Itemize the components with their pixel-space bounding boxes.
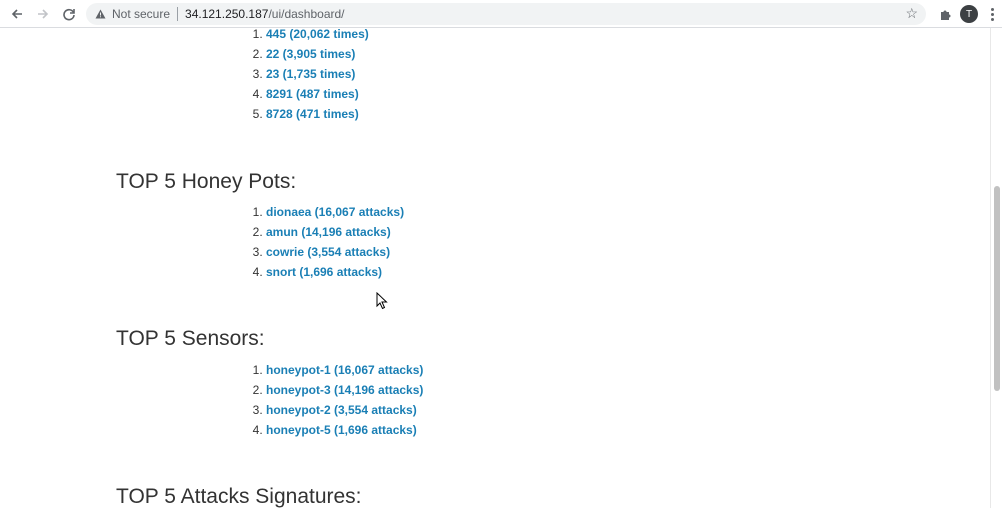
list-item: snort (1,696 attacks) — [266, 262, 404, 282]
profile-avatar[interactable]: T — [960, 5, 978, 23]
honeypot-link[interactable]: cowrie (3,554 attacks) — [266, 245, 390, 259]
arrow-left-icon — [11, 9, 22, 19]
port-link[interactable]: 8728 (471 times) — [266, 107, 359, 121]
reload-icon — [63, 8, 75, 21]
extensions-button[interactable] — [934, 3, 956, 25]
list-item: 22 (3,905 times) — [266, 44, 369, 64]
list-item: amun (14,196 attacks) — [266, 222, 404, 242]
sensors-heading: TOP 5 Sensors: — [116, 327, 265, 350]
honeypots-heading: TOP 5 Honey Pots: — [116, 170, 297, 193]
port-link[interactable]: 23 (1,735 times) — [266, 67, 355, 81]
list-item: honeypot-2 (3,554 attacks) — [266, 400, 423, 420]
sensor-link[interactable]: honeypot-5 (1,696 attacks) — [266, 423, 417, 437]
url-host: 34.121.250.187 — [185, 7, 269, 21]
top-sensors-list: honeypot-1 (16,067 attacks) honeypot-3 (… — [266, 360, 423, 440]
honeypot-link[interactable]: amun (14,196 attacks) — [266, 225, 391, 239]
list-item: honeypot-3 (14,196 attacks) — [266, 380, 423, 400]
list-item: 23 (1,735 times) — [266, 64, 369, 84]
kebab-menu-icon[interactable] — [985, 3, 999, 25]
reload-button[interactable] — [58, 3, 80, 25]
puzzle-icon — [940, 10, 950, 20]
mouse-cursor-icon — [376, 292, 388, 310]
sensor-link[interactable]: honeypot-2 (3,554 attacks) — [266, 403, 417, 417]
list-item: 8291 (487 times) — [266, 84, 369, 104]
security-indicator[interactable]: Not secure — [112, 7, 170, 21]
list-item: honeypot-5 (1,696 attacks) — [266, 420, 423, 440]
omnibox-divider — [177, 7, 179, 21]
warning-icon — [95, 9, 106, 20]
url-path: /ui/dashboard/ — [268, 7, 345, 21]
list-item: cowrie (3,554 attacks) — [266, 242, 404, 262]
port-link[interactable]: 445 (20,062 times) — [266, 28, 369, 41]
arrow-right-icon — [38, 9, 49, 19]
browser-toolbar: Not secure 34.121.250.187/ui/dashboard/ … — [0, 0, 1002, 28]
honeypot-link[interactable]: dionaea (16,067 attacks) — [266, 205, 404, 219]
honeypot-link[interactable]: snort (1,696 attacks) — [266, 265, 382, 279]
address-bar[interactable]: Not secure 34.121.250.187/ui/dashboard/ … — [86, 3, 926, 25]
list-item: dionaea (16,067 attacks) — [266, 202, 404, 222]
url-text[interactable]: 34.121.250.187/ui/dashboard/ — [185, 7, 344, 21]
top-ports-list: 445 (20,062 times) 22 (3,905 times) 23 (… — [266, 28, 369, 124]
scrollbar-thumb[interactable] — [994, 186, 1000, 391]
forward-button[interactable] — [32, 3, 54, 25]
sensor-link[interactable]: honeypot-1 (16,067 attacks) — [266, 363, 423, 377]
signatures-heading: TOP 5 Attacks Signatures: — [116, 485, 362, 508]
page-scrollbar[interactable] — [990, 28, 1002, 508]
list-item: 445 (20,062 times) — [266, 28, 369, 44]
sensor-link[interactable]: honeypot-3 (14,196 attacks) — [266, 383, 423, 397]
back-button[interactable] — [6, 3, 28, 25]
list-item: honeypot-1 (16,067 attacks) — [266, 360, 423, 380]
dashboard-content: 445 (20,062 times) 22 (3,905 times) 23 (… — [0, 28, 990, 508]
bookmark-star-icon[interactable]: ☆ — [905, 5, 918, 22]
port-link[interactable]: 8291 (487 times) — [266, 87, 359, 101]
top-honeypots-list: dionaea (16,067 attacks) amun (14,196 at… — [266, 202, 404, 282]
port-link[interactable]: 22 (3,905 times) — [266, 47, 355, 61]
list-item: 8728 (471 times) — [266, 104, 369, 124]
